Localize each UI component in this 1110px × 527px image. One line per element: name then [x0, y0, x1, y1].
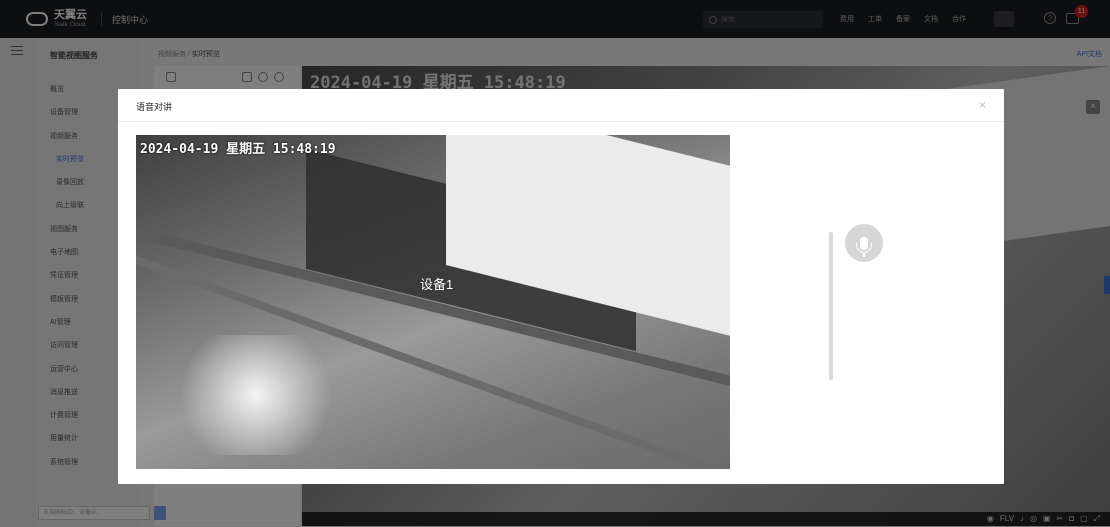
close-icon[interactable]: × — [979, 98, 986, 112]
device-name-label: 设备1 — [420, 277, 454, 292]
dialog-title: 语音对讲 — [136, 102, 173, 112]
microphone-icon — [856, 236, 872, 257]
dialog-header: 语音对讲 × — [118, 89, 1004, 122]
intercom-video-player[interactable]: 2024-04-19 星期五 15:48:19 设备1 — [136, 135, 730, 469]
video-timestamp: 2024-04-19 星期五 15:48:19 — [140, 142, 336, 157]
talk-button[interactable] — [845, 224, 883, 262]
mic-volume-slider[interactable] — [829, 232, 833, 380]
voice-intercom-dialog: 语音对讲 × 2024-04-19 星期五 15:48:19 设备1 — [118, 89, 1004, 484]
